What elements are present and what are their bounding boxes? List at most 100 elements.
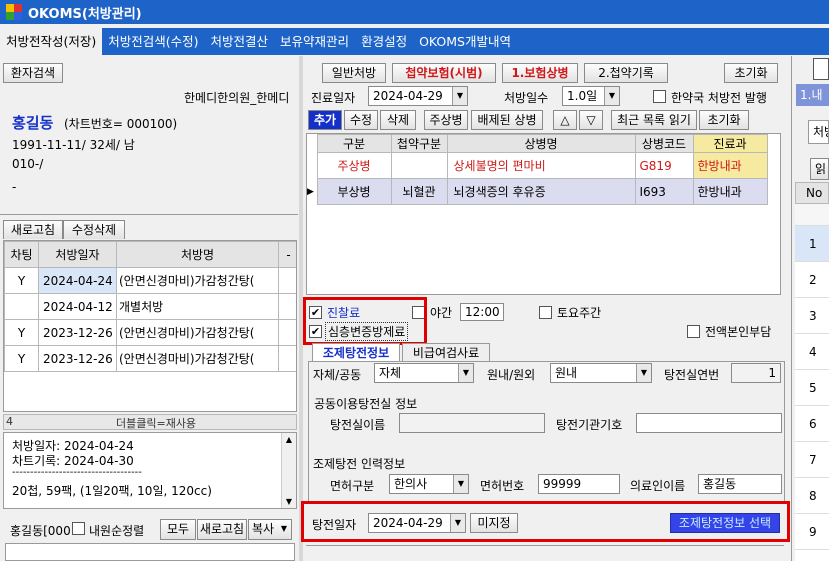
chevron-up-icon[interactable]: ▲ [282,435,296,444]
chevron-down-icon[interactable]: ▼ [452,87,467,105]
license-type-value: 한의사 [394,477,428,491]
room-name-input[interactable] [399,413,545,433]
column-header[interactable]: 상병코드 [634,134,694,153]
right-rx-field[interactable]: 처방 [808,120,829,144]
list-item[interactable]: 3 [795,298,829,334]
tab-non-pay[interactable]: 비급여검사료 [402,343,490,362]
patient-dob: 1991-11-11/ 32세/ 남 [12,138,135,152]
column-header[interactable]: 처방일자 [38,241,117,268]
chevron-down-icon[interactable]: ▼ [636,364,651,382]
list-item[interactable]: 7 [795,442,829,478]
room-serial-input[interactable]: 1 [731,363,781,383]
medical-person-input[interactable]: 홍길동 [698,474,782,494]
column-header[interactable]: 구분 [316,134,392,153]
menu-dev-history[interactable]: OKOMS개발내역 [413,28,517,55]
refresh-button[interactable]: 새로고침 [197,519,247,540]
table-row[interactable]: Y 2023-12-26 (안면신경마비)가감청간탕( [4,345,296,372]
move-down-button[interactable]: ▽ [579,110,603,130]
memo-line: 20첩, 59팩, (1일20팩, 10일, 120cc) [12,484,212,498]
table-row[interactable]: 주상병 상세불명의 편마비 G819 한방내과 [307,152,768,179]
list-item[interactable]: 6 [795,406,829,442]
list-item[interactable]: 4 [795,334,829,370]
right-tab[interactable]: 1.내 [796,84,829,106]
right-read-button[interactable]: 읽 [810,158,829,180]
visit-date-input[interactable]: 2024-04-29 ▼ [368,86,468,106]
highlight-box-fees [303,297,427,345]
saturday-checkbox[interactable] [539,306,552,319]
self-shared-select[interactable]: 자체 ▼ [374,363,474,383]
tab-insurance-disease[interactable]: 1.보험상병 [502,63,578,83]
tab-insurance-rx[interactable]: 첩약보험(시범) [392,63,496,83]
self-shared-label: 자체/공동 [313,368,362,382]
chevron-down-icon[interactable]: ▼ [453,475,468,493]
in-out-value: 원내 [555,366,578,380]
list-item[interactable]: 5 [795,370,829,406]
delete-button[interactable]: 삭제 [380,110,416,130]
tab-insurance-record[interactable]: 2.첩약기록 [584,63,668,83]
no-column-header[interactable]: No [795,182,829,204]
menu-herb-stock[interactable]: 보유약재관리 [274,28,355,55]
menu-settings[interactable]: 환경설정 [355,28,413,55]
license-type-select[interactable]: 한의사 ▼ [389,474,469,494]
chevron-down-icon[interactable]: ▼ [604,87,619,105]
rx-list-table: 차팅 처방일자 처방명 - Y 2024-04-24 (안면신경마비)가감청간탕… [3,240,297,412]
chevron-down-icon[interactable]: ▼ [282,497,296,506]
tab-refresh[interactable]: 새로고침 [3,220,63,239]
add-button[interactable]: 추가 [308,110,342,130]
excluded-disease-button[interactable]: 배제된 상병 [471,110,543,130]
full-self-pay-checkbox[interactable] [687,325,700,338]
date-cell: 2024-04-12 [38,293,117,320]
tab-general-rx[interactable]: 일반처방 [322,63,386,83]
list-item[interactable]: 2 [795,262,829,298]
in-out-select[interactable]: 원내 ▼ [550,363,652,383]
column-header[interactable]: 상병명 [446,134,636,153]
list-item[interactable]: 9 [795,514,829,550]
date-cell: 2024-04-24 [38,267,117,294]
list-item[interactable]: 1 [795,226,829,262]
disease-type-cell: 주상병 [316,152,392,179]
license-no-label: 면허번호 [480,479,525,493]
menu-rx-search[interactable]: 처방전검색(수정) [102,28,204,55]
disease-category-cell [390,152,448,179]
table-row[interactable]: Y 2024-04-24 (안면신경마비)가감청간탕( [4,267,296,294]
table-row[interactable]: ▶ 부상병 뇌혈관 뇌경색증의 후유증 I693 한방내과 [307,178,768,205]
menu-rx-settle[interactable]: 처방전결산 [205,28,275,55]
reset-button-top[interactable]: 초기화 [724,63,778,83]
table-row[interactable]: 2024-04-12 개별처방 [4,293,296,320]
column-header[interactable]: 처방명 [116,241,279,268]
all-button[interactable]: 모두 [160,519,196,540]
memo-scrollbar[interactable]: ▲ ▼ [281,433,296,508]
table-row[interactable]: Y 2023-12-26 (안면신경마비)가감청간탕( [4,319,296,346]
move-up-button[interactable]: △ [553,110,577,130]
main-disease-button[interactable]: 주상병 [424,110,468,130]
night-time-input[interactable]: 12:00 [460,303,504,321]
column-header[interactable]: - [278,241,296,268]
date-cell: 2023-12-26 [38,345,117,372]
department-cell: 한방내과 [692,178,768,205]
tab-edit-delete[interactable]: 수정삭제 [63,220,125,239]
department-cell: 한방내과 [692,152,768,179]
room-code-input[interactable] [636,413,782,433]
column-header[interactable]: 진료과 [692,134,768,153]
recent-list-button[interactable]: 최근 목록 읽기 [611,110,697,130]
self-shared-value: 자체 [379,366,402,380]
tab-decoct-info[interactable]: 조제탕전정보 [312,343,400,362]
chevron-down-icon: ▼ [280,524,287,533]
copy-button[interactable]: 복사 ▼ [248,519,292,540]
reset-button-toolbar[interactable]: 초기화 [699,110,749,130]
edit-button[interactable]: 수정 [344,110,378,130]
window-title: OKOMS(처방관리) [28,6,142,22]
bottom-text-area[interactable] [5,543,295,561]
license-no-input[interactable]: 99999 [538,474,620,494]
column-header[interactable]: 차팅 [4,241,39,268]
right-top-button[interactable] [813,58,829,80]
menu-rx-write[interactable]: 처방전작성(저장) [0,28,103,55]
chevron-down-icon[interactable]: ▼ [458,364,473,382]
menu-bar: 처방전작성(저장) 처방전검색(수정) 처방전결산 보유약재관리 환경설정 OK… [0,28,829,55]
patient-search-button[interactable]: 환자검색 [3,63,63,83]
sort-by-visit-checkbox[interactable] [72,522,85,535]
rx-days-select[interactable]: 1.0일 ▼ [562,86,620,106]
column-header[interactable]: 첩약구분 [390,134,448,153]
list-item[interactable]: 8 [795,478,829,514]
pharmacy-issue-checkbox[interactable] [653,90,666,103]
